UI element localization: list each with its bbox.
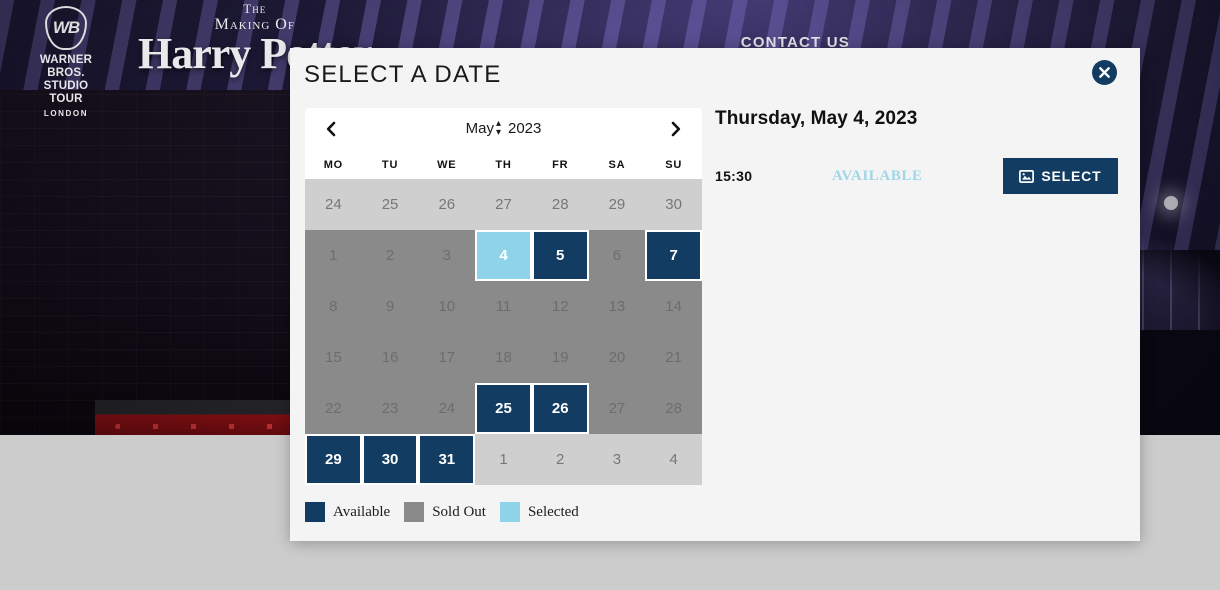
legend-label: Selected	[527, 503, 579, 520]
calendar-day[interactable]: 7	[645, 230, 702, 281]
calendar-day: 3	[588, 434, 646, 485]
calendar-day[interactable]: 26	[531, 383, 589, 434]
calendar-day[interactable]: 30	[361, 434, 419, 485]
calendar-day: 1	[475, 434, 532, 485]
wb-logo-line3: LONDON	[43, 109, 89, 118]
calendar-day[interactable]: 4	[475, 230, 532, 281]
calendar-day: 28	[645, 383, 702, 434]
calendar-day: 20	[588, 332, 646, 383]
calendar-weekday-header: MO TU WE TH FR SA SU	[305, 150, 702, 179]
chevron-updown-icon: ▴ ▾	[495, 118, 501, 139]
weekday-mo: MO	[323, 158, 344, 171]
calendar-day: 12	[531, 281, 589, 332]
selected-date-heading: Thursday, May 4, 2023	[715, 108, 918, 129]
wb-logo-line2: STUDIO TOUR	[43, 80, 89, 105]
calendar-nav: May ▴ ▾ 2023	[305, 108, 702, 150]
select-button-label: SELECT	[1041, 168, 1102, 184]
wb-shield-icon	[45, 6, 87, 50]
calendar-day: 15	[305, 332, 362, 383]
calendar-day: 29	[588, 179, 646, 230]
chevron-left-icon[interactable]	[319, 117, 343, 141]
calendar-day: 23	[361, 383, 419, 434]
calendar-day[interactable]: 31	[418, 434, 476, 485]
legend-label: Sold Out	[432, 503, 486, 520]
wb-logo-line1: WARNER BROS.	[39, 54, 93, 79]
weekday-fr: FR	[552, 158, 569, 171]
calendar-day: 9	[361, 281, 419, 332]
calendar-day: 22	[305, 383, 362, 434]
calendar-day[interactable]: 25	[475, 383, 532, 434]
chevron-right-icon[interactable]	[664, 117, 688, 141]
weekday-th: TH	[495, 158, 512, 171]
timeslot-time: 15:30	[715, 168, 753, 184]
calendar-day[interactable]: 29	[305, 434, 362, 485]
calendar-day: 6	[588, 230, 646, 281]
hp-logo-line1: The	[243, 1, 267, 16]
legend-item: Sold Out	[404, 502, 486, 522]
calendar-day: 4	[645, 434, 702, 485]
calendar-day: 13	[588, 281, 646, 332]
calendar-day-grid: 24 25 26 27 28 29 30 1 2 3 4 5 6 7 8 9 10 11 12 13 14 15 16 17 1…	[305, 179, 702, 485]
select-button[interactable]: SELECT	[1002, 158, 1118, 194]
legend-swatch	[305, 502, 325, 522]
date-picker-calendar: May ▴ ▾ 2023 MO TU WE TH FR SA SU 24 25 26 27 28 29 30 1…	[305, 108, 702, 485]
weekday-su: SU	[665, 158, 683, 171]
selected-date-panel: Thursday, May 4, 2023 15:30 AVAILABLE SE…	[715, 108, 1118, 194]
timeslot-status-badge: AVAILABLE	[831, 167, 923, 184]
calendar-day: 14	[645, 281, 702, 332]
calendar-day: 27	[588, 383, 646, 434]
calendar-day: 1	[305, 230, 362, 281]
calendar-day: 25	[361, 179, 419, 230]
weekday-sa: SA	[608, 158, 626, 171]
weekday-tu: TU	[381, 158, 399, 171]
calendar-day: 18	[475, 332, 532, 383]
calendar-day: 17	[418, 332, 476, 383]
calendar-day[interactable]: 5	[531, 230, 589, 281]
weekday-we: WE	[437, 158, 457, 171]
calendar-year: 2023	[508, 119, 542, 137]
calendar-day: 16	[361, 332, 419, 383]
calendar-day: 10	[418, 281, 476, 332]
legend-item: Selected	[499, 502, 579, 522]
calendar-legend: Available Sold Out Selected	[305, 502, 579, 522]
calendar-day: 2	[361, 230, 419, 281]
month-select-button[interactable]: May ▴ ▾	[465, 118, 502, 139]
calendar-month-year-label: May ▴ ▾ 2023	[305, 118, 702, 139]
select-a-date-modal: SELECT A DATE May ▴ ▾ 2023 MO TU WE TH FR SA SU	[290, 48, 1140, 541]
timeslot-row: 15:30 AVAILABLE SELECT	[715, 158, 1118, 194]
calendar-day: 3	[418, 230, 476, 281]
calendar-day: 26	[418, 179, 476, 230]
calendar-day: 24	[418, 383, 476, 434]
calendar-day: 2	[531, 434, 589, 485]
calendar-month: May	[465, 119, 494, 137]
calendar-day: 27	[475, 179, 532, 230]
calendar-day: 19	[531, 332, 589, 383]
calendar-day: 28	[531, 179, 589, 230]
warner-bros-logo[interactable]: WARNER BROS. STUDIO TOUR LONDON	[30, 6, 102, 120]
calendar-day: 24	[305, 179, 362, 230]
close-icon[interactable]	[1092, 60, 1117, 85]
modal-title: SELECT A DATE	[304, 61, 502, 88]
legend-swatch	[499, 502, 520, 522]
image-icon	[1019, 169, 1035, 183]
calendar-day: 30	[645, 179, 702, 230]
calendar-day: 11	[475, 281, 532, 332]
legend-swatch	[404, 502, 425, 522]
calendar-day: 8	[305, 281, 362, 332]
legend-item: Available	[305, 502, 390, 522]
calendar-day: 21	[645, 332, 702, 383]
legend-label: Available	[333, 503, 391, 520]
